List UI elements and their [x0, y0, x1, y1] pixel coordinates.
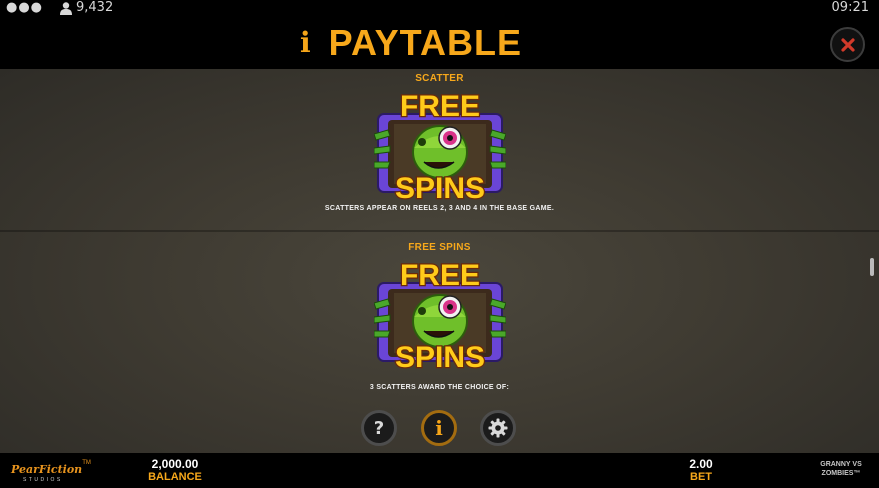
paytable-header: i PAYTABLE [0, 17, 879, 69]
section-desc-free-spins: 3 SCATTERS AWARD THE CHOICE OF: [369, 384, 510, 391]
section-divider [0, 230, 879, 232]
balance-value: 2,000.00 [151, 457, 199, 471]
balance-display: 2,000.00 BALANCE [140, 458, 210, 484]
section-label-free-spins: FREE SPINS [408, 242, 471, 253]
close-x-icon [840, 37, 855, 52]
paytable-content[interactable]: SCATTER FREE SPINS SCATTERS APPEAR ON RE… [0, 69, 879, 453]
free-spins-symbol: FREE SPINS [374, 259, 506, 371]
help-button[interactable]: ? [361, 410, 397, 446]
user-icon [60, 1, 72, 15]
game-name-line2: ZOMBIES™ [821, 470, 861, 477]
balance-label: BALANCE [148, 471, 202, 483]
symbol-text-bottom: SPINS [395, 172, 485, 202]
player-count: 9,432 [60, 0, 113, 16]
help-icon: ? [373, 417, 385, 439]
player-count-value: 9,432 [76, 0, 114, 15]
close-button[interactable] [830, 27, 865, 62]
settings-button[interactable] [480, 410, 516, 446]
symbol-text-top: FREE [400, 90, 480, 123]
symbol-text-bottom: SPINS [395, 341, 485, 371]
status-bar: ●●● 9,432 09:21 [0, 0, 879, 17]
scrollbar-thumb[interactable] [870, 258, 874, 276]
bet-display: 2.00 BET [680, 458, 722, 484]
title-group: i PAYTABLE [300, 23, 522, 63]
page-title: PAYTABLE [328, 22, 523, 63]
more-dots-icon[interactable]: ●●● [6, 0, 43, 15]
section-desc-scatter: SCATTERS APPEAR ON REELS 2, 3 AND 4 IN T… [324, 205, 555, 212]
studio-tm: TM [82, 460, 91, 466]
info-button[interactable]: i [421, 410, 457, 446]
section-label-scatter: SCATTER [415, 73, 464, 84]
game-name-line1: GRANNY VS [820, 461, 862, 468]
game-footer: PearFictionTM STUDIOS 2,000.00 BALANCE 2… [0, 453, 879, 488]
studio-sub: STUDIOS [23, 477, 63, 483]
studio-name: PearFiction [11, 463, 83, 476]
symbol-text-top: FREE [400, 259, 480, 292]
bet-label: BET [690, 471, 712, 483]
bet-value: 2.00 [689, 457, 713, 471]
studio-logo: PearFictionTM STUDIOS [11, 460, 91, 483]
game-logo: GRANNY VS ZOMBIES™ [812, 460, 870, 478]
gear-icon [488, 418, 508, 438]
info-icon: i [300, 26, 311, 59]
free-spins-symbol: FREE SPINS [374, 90, 506, 202]
clock: 09:21 [831, 0, 869, 15]
info-icon: i [435, 416, 443, 440]
